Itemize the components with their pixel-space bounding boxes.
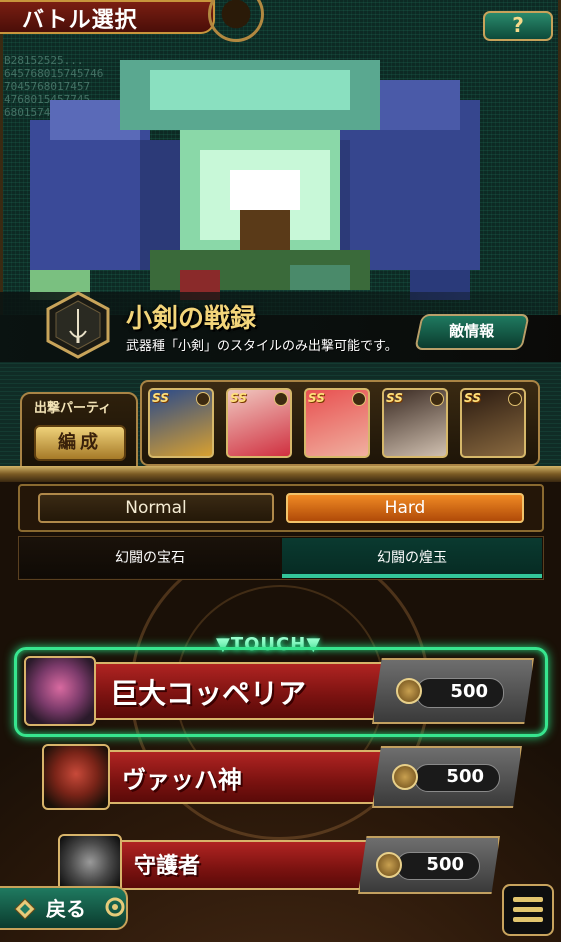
boss-portrait [42, 744, 110, 810]
element-icon [196, 392, 210, 406]
boss-portrait [24, 656, 96, 726]
tab-normal[interactable]: Normal [38, 493, 274, 523]
subtab-active-indicator [282, 574, 542, 578]
stamina-cost: 500 [446, 766, 484, 787]
element-icon [352, 392, 366, 406]
short-sword-icon [46, 291, 110, 359]
enemy-info-button[interactable]: 敵情報 [414, 314, 530, 350]
boss-name: 小剣の戦録 [126, 304, 257, 334]
divider-rail [0, 466, 561, 482]
menu-icon-line [513, 917, 543, 922]
party-member-portrait[interactable]: SS [304, 388, 370, 458]
stamina-cost: 500 [450, 681, 488, 702]
party-member-portrait[interactable]: SS [148, 388, 214, 458]
party-label: 出撃パーティ [34, 401, 112, 416]
help-button[interactable]: ? [483, 11, 553, 41]
tab-hard[interactable]: Hard [286, 493, 524, 523]
rank-badge: SS [152, 391, 169, 405]
stamina-cost: 500 [426, 854, 464, 875]
enemy-info-label: 敵情報 [449, 322, 495, 340]
boss-row[interactable]: 500 ヴァッハ神 [42, 744, 526, 810]
party-member-portrait[interactable]: SS [460, 388, 526, 458]
subtab-orb[interactable]: 幻闘の煌玉 [282, 538, 542, 578]
rank-badge: SS [464, 391, 481, 405]
element-icon [274, 392, 288, 406]
element-icon [430, 392, 444, 406]
rank-badge: SS [386, 391, 403, 405]
party-member-portrait[interactable]: SS [382, 388, 448, 458]
rank-badge: SS [230, 391, 247, 405]
party-member-portrait[interactable]: SS [226, 388, 292, 458]
back-ornament-icon [14, 898, 36, 920]
boss-row-name: ヴァッハ神 [122, 766, 242, 794]
edit-party-button[interactable]: 編成 [34, 425, 126, 461]
page-title: バトル選択 [22, 8, 138, 33]
menu-icon-line [513, 897, 543, 902]
boss-row-name: 守護者 [134, 854, 201, 879]
boss-pixel-art [30, 60, 480, 300]
back-ornament-right-icon [105, 897, 125, 917]
rank-badge: SS [308, 391, 325, 405]
back-label: 戻る [46, 897, 86, 921]
subtab-gem[interactable]: 幻闘の宝石 [20, 538, 280, 578]
boss-row-name: 巨大コッペリア [110, 677, 307, 710]
boss-row[interactable]: 500 巨大コッペリア [24, 656, 540, 726]
boss-row[interactable]: 500 守護者 [58, 834, 504, 896]
menu-icon-line [513, 907, 543, 912]
boss-description: 武器種「小剣」のスタイルのみ出撃可能です。 [126, 339, 398, 354]
element-icon [508, 392, 522, 406]
